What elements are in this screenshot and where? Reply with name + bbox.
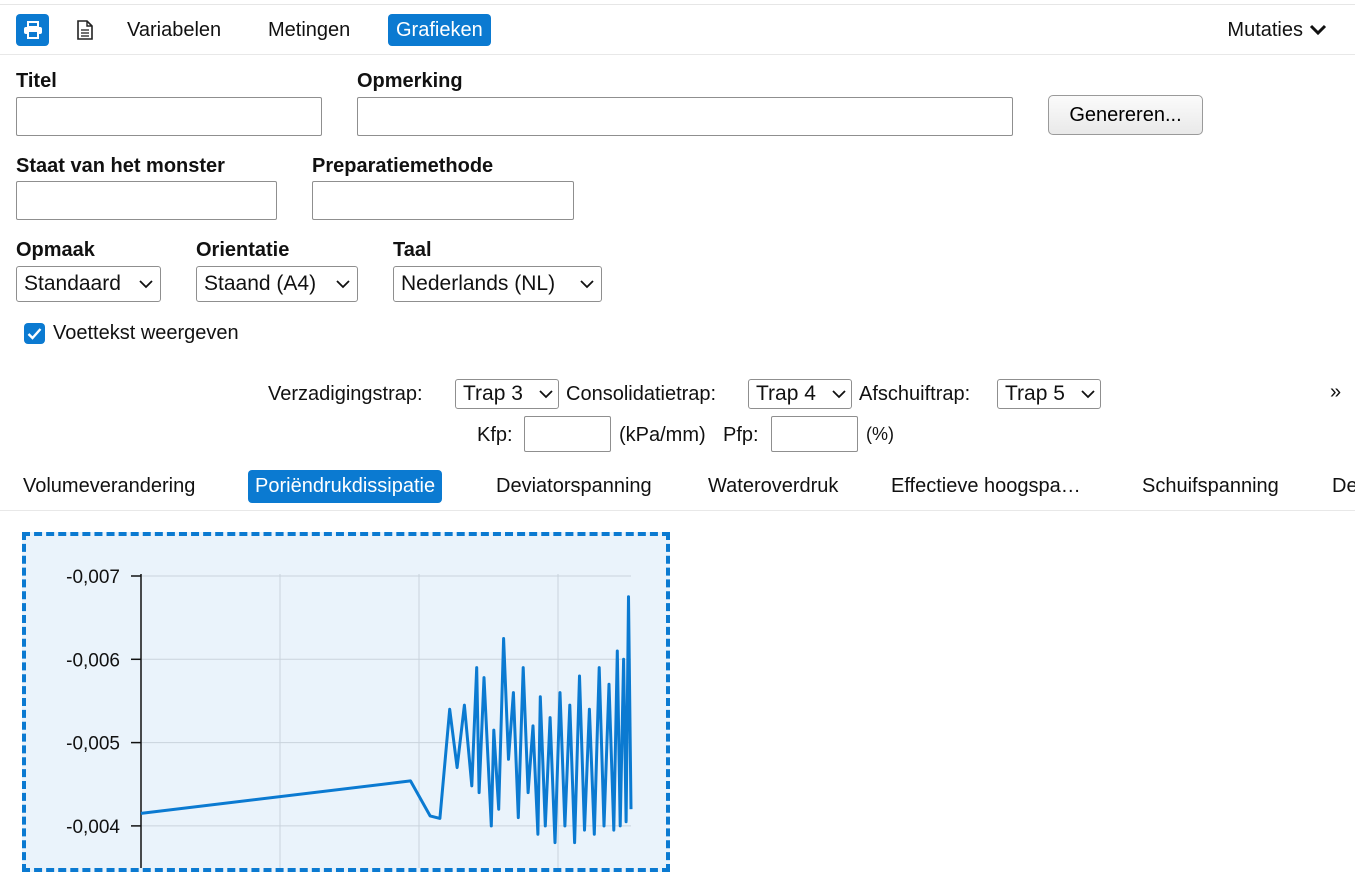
afschuif-value: Trap 5 xyxy=(1005,382,1065,405)
print-button[interactable] xyxy=(16,14,49,46)
verzadiging-value: Trap 3 xyxy=(463,382,523,405)
consolidatie-select[interactable]: Trap 4 xyxy=(748,379,852,409)
y-tick-label: -0,006 xyxy=(66,650,120,671)
chevron-down-icon xyxy=(539,390,553,399)
y-tick-label: -0,005 xyxy=(66,734,120,755)
pfp-unit: (%) xyxy=(866,424,894,444)
consolidatie-label: Consolidatietrap: xyxy=(566,383,717,405)
nav-variabelen[interactable]: Variabelen xyxy=(119,14,229,46)
more-button[interactable]: » xyxy=(1330,381,1341,404)
afschuif-select[interactable]: Trap 5 xyxy=(997,379,1101,409)
opmerking-label: Opmerking xyxy=(357,70,463,92)
voettekst-label: Voettekst weergeven xyxy=(53,322,239,344)
chevron-down-icon xyxy=(1081,390,1095,399)
y-tick-label: -0,007 xyxy=(66,567,120,588)
chevron-down-icon xyxy=(832,390,846,399)
orientatie-value: Staand (A4) xyxy=(204,272,317,295)
top-border xyxy=(0,4,1355,5)
chevron-down-icon xyxy=(139,280,153,289)
checkmark-icon xyxy=(27,328,42,340)
staat-input[interactable] xyxy=(16,181,277,220)
staat-label: Staat van het monster xyxy=(16,155,225,177)
tab-effectieve-hoogspanning[interactable]: Effectieve hoogspa… xyxy=(884,470,1088,503)
nav-metingen[interactable]: Metingen xyxy=(260,14,358,46)
printer-icon xyxy=(23,21,42,39)
tab-wateroverdruk[interactable]: Wateroverdruk xyxy=(701,470,845,503)
y-tick-label: -0,004 xyxy=(66,817,120,838)
verzadiging-label: Verzadigingstrap: xyxy=(268,383,423,405)
chevron-down-icon xyxy=(336,280,350,289)
preparatie-input[interactable] xyxy=(312,181,574,220)
genereren-button[interactable]: Genereren... xyxy=(1048,95,1203,135)
titel-input[interactable] xyxy=(16,97,322,136)
chevron-down-icon xyxy=(1309,24,1327,36)
orientatie-label: Orientatie xyxy=(196,239,290,261)
opmaak-value: Standaard xyxy=(24,272,121,295)
pfp-label: Pfp: xyxy=(723,424,759,446)
nav-grafieken[interactable]: Grafieken xyxy=(388,14,491,46)
opmerking-input[interactable] xyxy=(357,97,1013,136)
taal-value: Nederlands (NL) xyxy=(401,272,556,295)
tab-deviatorspanning[interactable]: Deviatorspanning xyxy=(489,470,659,503)
kfp-unit: (kPa/mm) xyxy=(619,424,706,446)
tab-schuifspanning[interactable]: Schuifspanning xyxy=(1135,470,1286,503)
verzadiging-select[interactable]: Trap 3 xyxy=(455,379,559,409)
taal-label: Taal xyxy=(393,239,432,261)
voettekst-checkbox[interactable] xyxy=(24,323,45,344)
top-nav: Variabelen Metingen Grafieken Mutaties xyxy=(0,12,1355,52)
tab-volumeverandering[interactable]: Volumeverandering xyxy=(16,470,202,503)
taal-select[interactable]: Nederlands (NL) xyxy=(393,266,602,302)
document-button[interactable] xyxy=(70,14,100,46)
chevron-down-icon xyxy=(580,280,594,289)
document-icon xyxy=(77,20,93,40)
consolidatie-value: Trap 4 xyxy=(756,382,816,405)
kfp-input[interactable] xyxy=(524,416,611,452)
tab-overflow[interactable]: De xyxy=(1325,470,1355,503)
tabs-divider xyxy=(0,510,1355,511)
afschuif-label: Afschuiftrap: xyxy=(859,383,971,405)
chart-panel[interactable]: -0,007 -0,006 -0,005 -0,004 xyxy=(22,532,670,872)
nav-divider xyxy=(0,54,1355,55)
opmaak-label: Opmaak xyxy=(16,239,95,261)
pfp-input[interactable] xyxy=(771,416,858,452)
mutaties-menu[interactable]: Mutaties xyxy=(1227,14,1327,46)
kfp-label: Kfp: xyxy=(477,424,513,446)
orientatie-select[interactable]: Staand (A4) xyxy=(196,266,358,302)
pore-pressure-chart: -0,007 -0,006 -0,005 -0,004 xyxy=(66,567,633,868)
preparatie-label: Preparatiemethode xyxy=(312,155,494,177)
tab-poriendrukdissipatie[interactable]: Poriëndrukdissipatie xyxy=(248,470,443,503)
titel-label: Titel xyxy=(16,70,57,92)
mutaties-label: Mutaties xyxy=(1227,19,1303,41)
opmaak-select[interactable]: Standaard xyxy=(16,266,161,302)
